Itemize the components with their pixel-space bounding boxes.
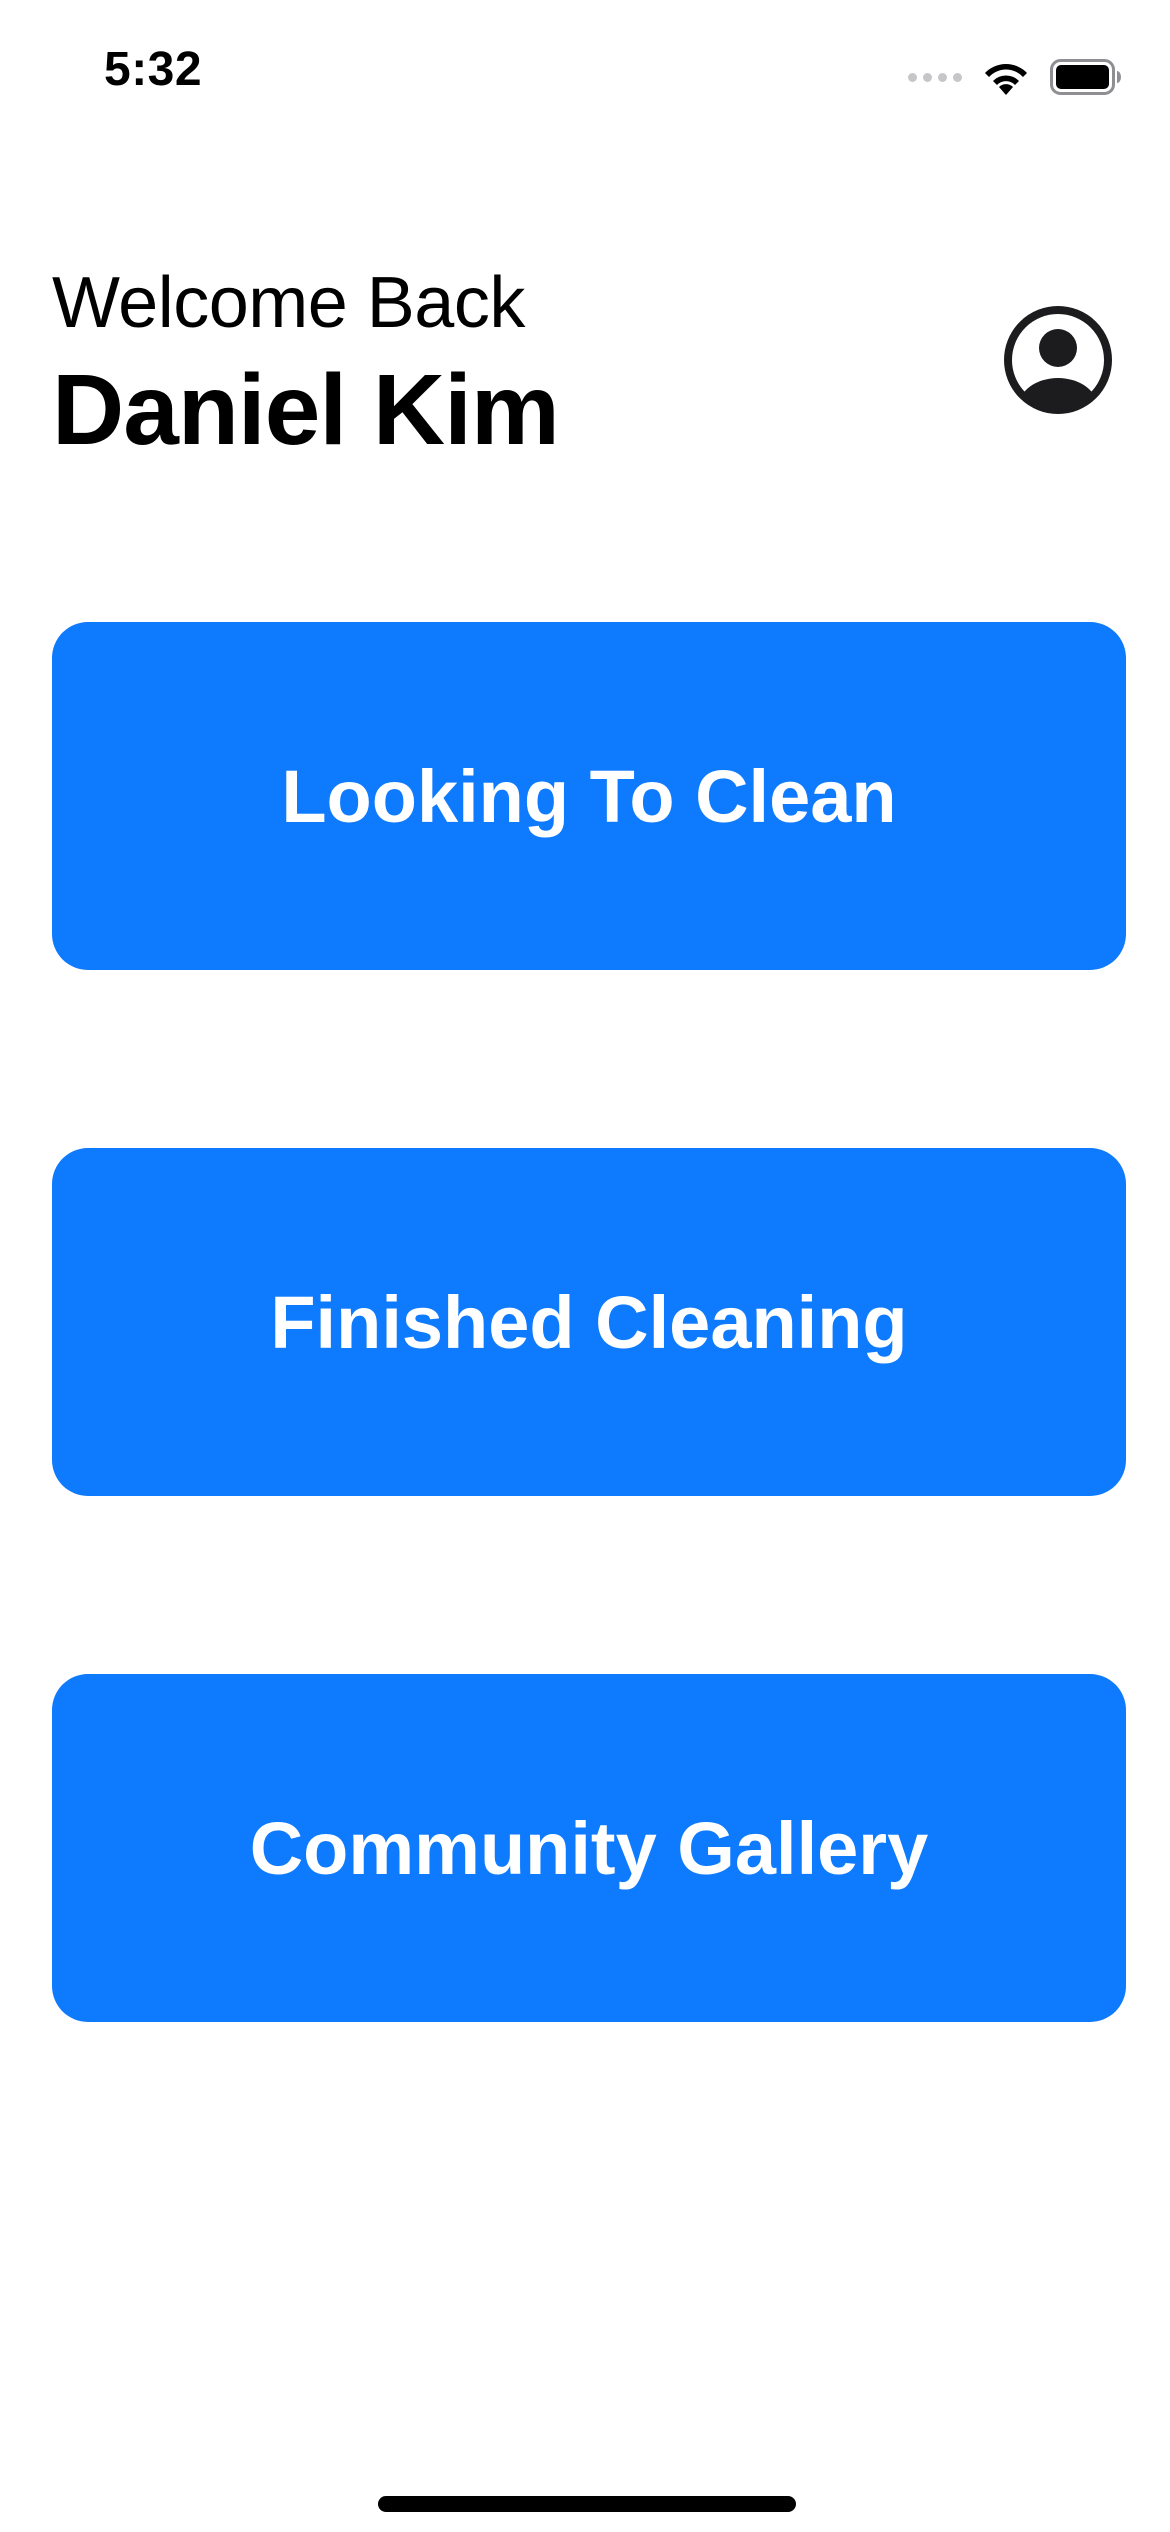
community-gallery-button[interactable]: Community Gallery [52,1674,1126,2022]
cellular-signal-icon [908,72,962,82]
home-indicator[interactable] [378,2496,796,2512]
looking-to-clean-button[interactable]: Looking To Clean [52,622,1126,970]
greeting-text: Welcome Back [52,263,525,343]
community-gallery-label: Community Gallery [249,1806,929,1890]
finished-cleaning-label: Finished Cleaning [270,1280,908,1364]
wifi-icon [980,57,1032,97]
person-circle-icon [1004,306,1112,414]
user-name: Daniel Kim [52,354,560,466]
status-bar: 5:32 [0,0,1170,150]
profile-button[interactable] [1002,304,1114,416]
finished-cleaning-button[interactable]: Finished Cleaning [52,1148,1126,1496]
looking-to-clean-label: Looking To Clean [281,754,897,838]
battery-icon [1050,59,1122,95]
status-time: 5:32 [104,43,203,96]
status-icons [908,52,1122,102]
